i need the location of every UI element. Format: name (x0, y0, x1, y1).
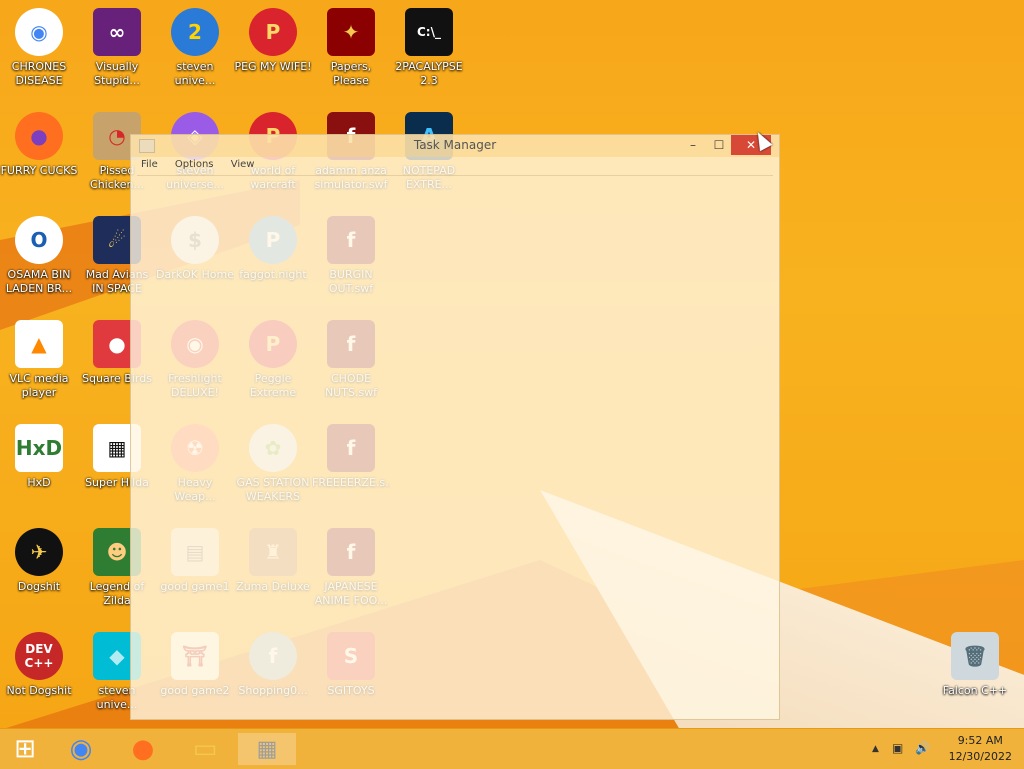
desktop-icon-label: Falcon C++ (942, 684, 1008, 697)
desktop-icon-label: Papers, Please (330, 60, 372, 87)
task-manager-icon: ▦ (256, 736, 278, 762)
chrome-icon: ◉ (69, 734, 93, 764)
clock[interactable]: 9:52 AM 12/30/2022 (949, 733, 1012, 765)
desktop-icon[interactable]: O OSAMA BIN LADEN BR... (0, 210, 78, 310)
app-icon: ∞ (93, 8, 141, 56)
desktop-icon[interactable]: ▲ VLC media player (0, 314, 78, 414)
desktop-icon-label: Not Dogshit (6, 684, 72, 697)
desktop-icon[interactable]: ✦ Papers, Please (312, 2, 390, 102)
app-icon: ▲ (15, 320, 63, 368)
app-icon: ✦ (327, 8, 375, 56)
desktop-icon[interactable]: DEV C++ Not Dogshit (0, 626, 78, 726)
start-button[interactable]: ⊞ (2, 733, 48, 765)
task-manager-window[interactable]: Task Manager – ☐ ✕ File Options View (130, 134, 780, 720)
taskbar-task-manager-button[interactable]: ▦ (238, 733, 296, 765)
minimize-button[interactable]: – (679, 135, 707, 155)
app-icon: HxD (15, 424, 63, 472)
clock-time: 9:52 AM (957, 734, 1003, 747)
desktop-icon[interactable]: P PEG MY WIFE! (234, 2, 312, 102)
task-manager-titlebar[interactable]: Task Manager – ☐ ✕ (131, 135, 779, 157)
desktop-icon[interactable]: C:\_ 2PACALYPSE 2.3 (390, 2, 468, 102)
folder-icon: ▭ (192, 734, 218, 764)
desktop-icon[interactable]: ∞ Visually Stupid... (78, 2, 156, 102)
desktop-icon[interactable]: 🗑 Falcon C++ (936, 626, 1014, 726)
taskbar-chrome-button[interactable]: ◉ (58, 733, 104, 765)
desktop-icon-label: VLC media player (9, 372, 69, 399)
app-icon: O (15, 216, 63, 264)
desktop-icon-label: HxD (27, 476, 51, 489)
desktop-icon-label: steven unive... (174, 60, 216, 87)
desktop-icon-label: PEG MY WIFE! (234, 60, 312, 73)
app-icon: ✈ (15, 528, 63, 576)
desktop-icon[interactable]: ● FURRY CUCKS (0, 106, 78, 206)
app-icon: 🗑 (951, 632, 999, 680)
app-icon: P (249, 8, 297, 56)
desktop-icon-label: CHRONES DISEASE (11, 60, 67, 87)
desktop-icon-label: Dogshit (17, 580, 61, 593)
app-icon: 2 (171, 8, 219, 56)
windows-logo-icon: ⊞ (14, 734, 36, 764)
desktop-icon[interactable]: 2 steven unive... (156, 2, 234, 102)
task-manager-content (137, 175, 773, 713)
desktop-icon[interactable]: ◉ CHRONES DISEASE (0, 2, 78, 102)
app-icon: ● (15, 112, 63, 160)
app-icon: ◉ (15, 8, 63, 56)
network-icon[interactable]: ▣ (892, 741, 903, 755)
firefox-icon: ● (131, 734, 155, 764)
maximize-button[interactable]: ☐ (705, 135, 733, 155)
app-icon: C:\_ (405, 8, 453, 56)
desktop-icon[interactable]: HxD HxD (0, 418, 78, 518)
menu-view[interactable]: View (231, 159, 255, 170)
desktop-icon-label: 2PACALYPSE 2.3 (395, 60, 463, 87)
app-icon: DEV C++ (15, 632, 63, 680)
taskbar-firefox-button[interactable]: ● (120, 733, 166, 765)
menu-file[interactable]: File (141, 159, 158, 170)
desktop-icon-label: FURRY CUCKS (0, 164, 78, 177)
taskbar-file-explorer-button[interactable]: ▭ (182, 733, 228, 765)
desktop-icon-label: OSAMA BIN LADEN BR... (5, 268, 73, 295)
clock-date: 12/30/2022 (948, 750, 1012, 763)
menu-options[interactable]: Options (175, 159, 214, 170)
desktop-icon[interactable]: ✈ Dogshit (0, 522, 78, 622)
menu-bar: File Options View (141, 159, 268, 170)
volume-icon[interactable]: 🔊 (915, 741, 930, 755)
show-hidden-icons-chevron-icon[interactable]: ▲ (872, 744, 879, 754)
taskbar: ⊞ ◉ ● ▭ ▦ ▲ ▣ 🔊 9:52 AM 12/30/2022 (0, 728, 1024, 769)
desktop[interactable]: ◉ CHRONES DISEASE ∞ Visually Stupid... 2 stev… (0, 0, 1024, 728)
desktop-icon-label: Visually Stupid... (94, 60, 140, 87)
